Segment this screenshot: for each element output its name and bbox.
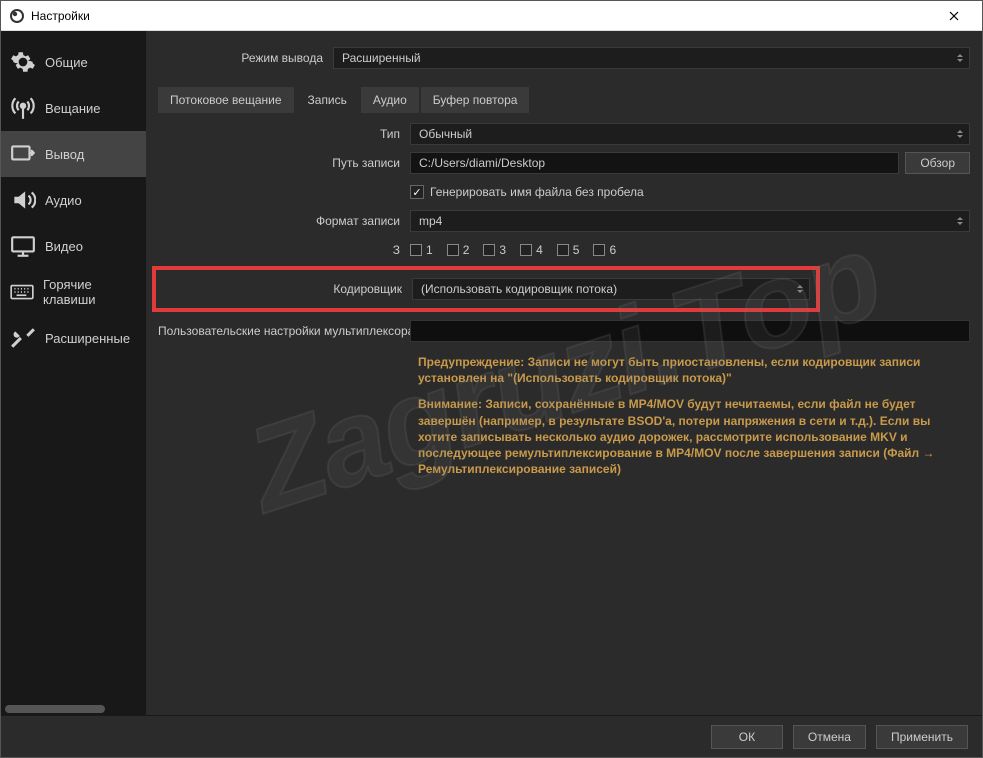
- close-button[interactable]: [934, 2, 974, 30]
- path-label: Путь записи: [158, 156, 410, 170]
- sidebar-item-label: Общие: [45, 55, 88, 70]
- content-area: Общие Вещание Вывод Аудио: [1, 31, 982, 715]
- output-tabs: Потоковое вещание Запись Аудио Буфер пов…: [158, 87, 970, 113]
- sidebar-item-label: Вывод: [45, 147, 84, 162]
- sidebar-item-general[interactable]: Общие: [1, 39, 146, 85]
- warning-1: Предупреждение: Записи не могут быть при…: [418, 355, 920, 385]
- checkbox-icon: [410, 185, 424, 199]
- format-combo[interactable]: mp4: [410, 210, 970, 232]
- sidebar-item-label: Расширенные: [45, 331, 130, 346]
- sidebar-item-video[interactable]: Видео: [1, 223, 146, 269]
- cancel-button[interactable]: Отмена: [793, 725, 866, 749]
- antenna-icon: [9, 94, 37, 122]
- output-mode-combo[interactable]: Расширенный: [333, 47, 970, 69]
- browse-button[interactable]: Обзор: [905, 152, 970, 174]
- output-mode-value: Расширенный: [342, 51, 421, 65]
- type-combo[interactable]: Обычный: [410, 123, 970, 145]
- muxer-label: Пользовательские настройки мультиплексор…: [158, 324, 410, 338]
- settings-window: Настройки Общие Вещание: [0, 0, 983, 758]
- track-5-checkbox[interactable]: 5: [557, 243, 580, 257]
- apply-button[interactable]: Применить: [876, 725, 968, 749]
- encoder-row-highlight: Кодировщик (Использовать кодировщик пото…: [152, 266, 820, 312]
- encoder-combo[interactable]: (Использовать кодировщик потока): [412, 278, 810, 300]
- audio-tracks: 1 2 3 4 5 6: [410, 243, 616, 257]
- sidebar-item-output[interactable]: Вывод: [1, 131, 146, 177]
- muxer-input[interactable]: [410, 320, 970, 342]
- format-value: mp4: [419, 214, 442, 228]
- main-panel: Режим вывода Расширенный Потоковое вещан…: [146, 31, 982, 715]
- tab-replay-buffer[interactable]: Буфер повтора: [421, 87, 530, 113]
- sidebar-item-label: Горячие клавиши: [43, 277, 138, 307]
- sidebar-item-label: Аудио: [45, 193, 82, 208]
- sidebar-item-hotkeys[interactable]: Горячие клавиши: [1, 269, 146, 315]
- warning-block: Предупреждение: Записи не могут быть при…: [418, 354, 970, 477]
- track-1-checkbox[interactable]: 1: [410, 243, 433, 257]
- tracks-label: З: [158, 243, 410, 257]
- combo-spinner-icon: [793, 279, 807, 299]
- gear-icon: [9, 48, 37, 76]
- combo-spinner-icon: [953, 211, 967, 231]
- track-2-checkbox[interactable]: 2: [447, 243, 470, 257]
- path-input[interactable]: C:/Users/diami/Desktop: [410, 152, 899, 174]
- sidebar: Общие Вещание Вывод Аудио: [1, 31, 146, 715]
- sidebar-item-stream[interactable]: Вещание: [1, 85, 146, 131]
- keyboard-icon: [9, 278, 35, 306]
- gen-filename-label: Генерировать имя файла без пробела: [430, 185, 644, 199]
- sidebar-item-advanced[interactable]: Расширенные: [1, 315, 146, 361]
- encoder-value: (Использовать кодировщик потока): [421, 282, 617, 296]
- app-icon: [9, 8, 25, 24]
- output-icon: [9, 140, 37, 168]
- format-label: Формат записи: [158, 214, 410, 228]
- dialog-footer: ОК Отмена Применить: [1, 715, 982, 757]
- recording-form: Тип Обычный Путь записи C:/Users/diami/D…: [158, 121, 970, 487]
- type-value: Обычный: [419, 127, 472, 141]
- combo-spinner-icon: [953, 124, 967, 144]
- output-mode-label: Режим вывода: [158, 51, 333, 65]
- tools-icon: [9, 324, 37, 352]
- track-3-checkbox[interactable]: 3: [483, 243, 506, 257]
- tab-streaming[interactable]: Потоковое вещание: [158, 87, 294, 113]
- tab-audio[interactable]: Аудио: [361, 87, 419, 113]
- sidebar-item-label: Вещание: [45, 101, 101, 116]
- tab-recording[interactable]: Запись: [296, 87, 359, 113]
- output-mode-row: Режим вывода Расширенный: [158, 43, 970, 73]
- speaker-icon: [9, 186, 37, 214]
- combo-spinner-icon: [953, 48, 967, 68]
- titlebar: Настройки: [1, 1, 982, 31]
- window-title: Настройки: [31, 9, 934, 23]
- sidebar-scrollbar[interactable]: [5, 705, 105, 713]
- encoder-label: Кодировщик: [162, 282, 412, 296]
- track-4-checkbox[interactable]: 4: [520, 243, 543, 257]
- ok-button[interactable]: ОК: [711, 725, 783, 749]
- sidebar-item-audio[interactable]: Аудио: [1, 177, 146, 223]
- gen-filename-checkbox[interactable]: Генерировать имя файла без пробела: [410, 185, 644, 199]
- type-label: Тип: [158, 127, 410, 141]
- monitor-icon: [9, 232, 37, 260]
- track-6-checkbox[interactable]: 6: [593, 243, 616, 257]
- sidebar-item-label: Видео: [45, 239, 83, 254]
- warning-2: Внимание: Записи, сохранённые в MP4/MOV …: [418, 397, 935, 476]
